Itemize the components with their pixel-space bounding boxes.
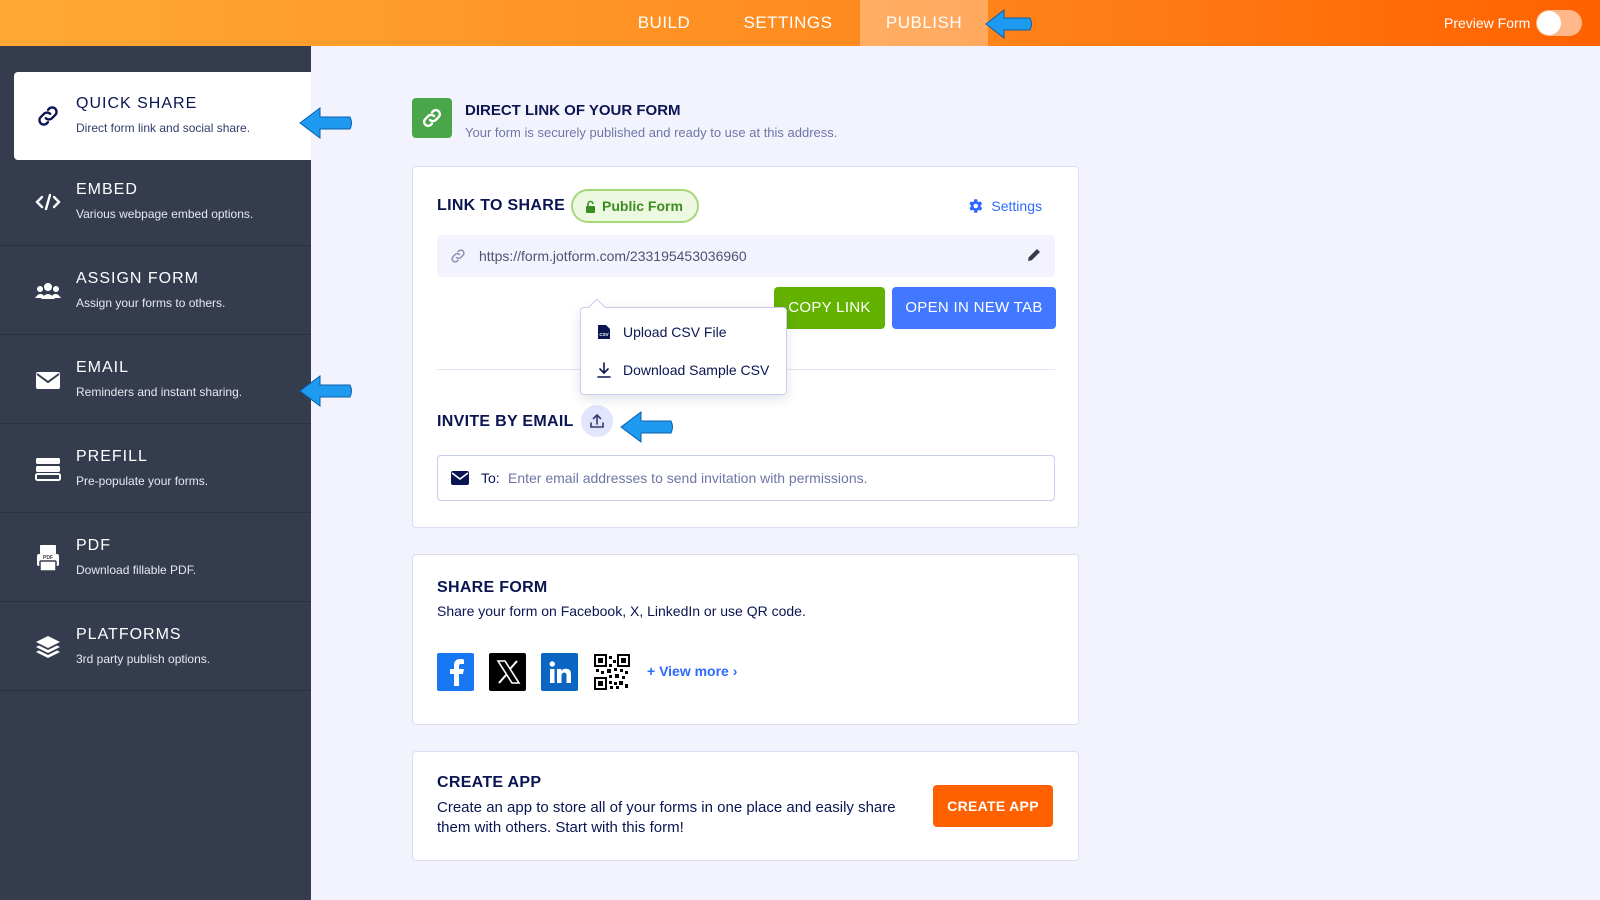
x-share-button[interactable] bbox=[489, 653, 526, 691]
link-icon bbox=[451, 249, 465, 263]
sidebar-item-title: ASSIGN FORM bbox=[76, 270, 200, 287]
sidebar-item-pdf[interactable]: PDF PDF Download fillable PDF. bbox=[0, 514, 311, 602]
code-icon bbox=[34, 188, 62, 216]
sidebar-item-title: PDF bbox=[76, 537, 111, 554]
top-bar: BUILD SETTINGS PUBLISH Preview Form bbox=[0, 0, 1600, 46]
direct-link-icon bbox=[412, 98, 452, 138]
sidebar-item-email[interactable]: EMAIL Reminders and instant sharing. bbox=[0, 336, 311, 424]
preview-form-toggle[interactable] bbox=[1536, 10, 1582, 36]
svg-text:CSV: CSV bbox=[599, 332, 608, 337]
sidebar-item-desc: Pre-populate your forms. bbox=[76, 474, 209, 488]
lock-icon bbox=[586, 200, 595, 213]
toggle-knob bbox=[1537, 11, 1561, 35]
upload-icon bbox=[590, 413, 604, 428]
sidebar-item-desc: Download fillable PDF. bbox=[76, 563, 197, 577]
sidebar-item-embed[interactable]: EMBED Various webpage embed options. bbox=[0, 158, 311, 246]
pencil-icon[interactable] bbox=[1025, 246, 1043, 264]
facebook-share-button[interactable] bbox=[437, 653, 474, 691]
link-settings-button[interactable]: Settings bbox=[966, 197, 1042, 215]
email-input-placeholder: Enter email addresses to send invitation… bbox=[508, 470, 868, 486]
envelope-icon bbox=[451, 471, 469, 485]
download-sample-csv-menu-item[interactable]: Download Sample CSV bbox=[597, 362, 769, 378]
sidebar-item-prefill[interactable]: PREFILL Pre-populate your forms. bbox=[0, 425, 311, 513]
tab-publish[interactable]: PUBLISH bbox=[860, 0, 988, 46]
direct-link-title: DIRECT LINK OF YOUR FORM bbox=[465, 102, 681, 119]
create-app-card: CREATE APP Create an app to store all of… bbox=[412, 751, 1079, 861]
view-more-link[interactable]: + View more › bbox=[647, 663, 737, 679]
sidebar-item-desc: Assign your forms to others. bbox=[76, 296, 226, 310]
sidebar-item-title: EMAIL bbox=[76, 359, 130, 376]
envelope-icon bbox=[34, 366, 62, 394]
copy-link-button[interactable]: COPY LINK bbox=[774, 287, 885, 329]
form-url-text: https://form.jotform.com/233195453036960 bbox=[479, 248, 747, 264]
tab-build[interactable]: BUILD bbox=[620, 0, 708, 46]
share-form-desc: Share your form on Facebook, X, LinkedIn… bbox=[437, 603, 806, 619]
upload-csv-menu-item[interactable]: CSV Upload CSV File bbox=[597, 324, 727, 340]
sidebar-item-desc: Various webpage embed options. bbox=[76, 207, 254, 221]
direct-link-subtitle: Your form is securely published and read… bbox=[465, 125, 838, 140]
sidebar-item-title: QUICK SHARE bbox=[76, 95, 198, 112]
share-form-title: SHARE FORM bbox=[437, 579, 548, 596]
svg-text:PDF: PDF bbox=[43, 555, 53, 561]
gear-icon bbox=[969, 199, 983, 213]
invite-email-input[interactable]: To: Enter email addresses to send invita… bbox=[437, 455, 1055, 501]
public-form-badge[interactable]: Public Form bbox=[571, 189, 699, 223]
tab-settings[interactable]: SETTINGS bbox=[730, 0, 846, 46]
email-to-label: To: bbox=[481, 470, 500, 486]
sidebar-item-platforms[interactable]: PLATFORMS 3rd party publish options. bbox=[0, 603, 311, 691]
upload-csv-button[interactable] bbox=[581, 405, 613, 437]
prefill-icon bbox=[34, 455, 62, 483]
csv-dropdown-menu: CSV Upload CSV File Download Sample CSV bbox=[580, 298, 787, 395]
link-settings-label: Settings bbox=[991, 198, 1042, 214]
create-app-button[interactable]: CREATE APP bbox=[933, 785, 1053, 827]
linkedin-icon bbox=[549, 661, 571, 683]
preview-form-label: Preview Form bbox=[1444, 15, 1531, 31]
create-app-desc: Create an app to store all of your forms… bbox=[437, 799, 896, 836]
invite-by-email-label: INVITE BY EMAIL bbox=[437, 413, 574, 430]
annotation-arrow-icon bbox=[299, 375, 352, 407]
sidebar-item-title: PLATFORMS bbox=[76, 626, 182, 643]
sidebar-item-title: PREFILL bbox=[76, 448, 148, 465]
open-in-new-tab-button[interactable]: OPEN IN NEW TAB bbox=[892, 287, 1056, 329]
sidebar-item-desc: 3rd party publish options. bbox=[76, 652, 211, 666]
x-icon bbox=[496, 660, 520, 684]
public-form-badge-label: Public Form bbox=[602, 198, 683, 214]
sidebar-item-assign-form[interactable]: ASSIGN FORM Assign your forms to others. bbox=[0, 247, 311, 335]
download-sample-csv-label: Download Sample CSV bbox=[623, 362, 770, 378]
layers-icon bbox=[34, 633, 62, 661]
sidebar-item-title: EMBED bbox=[76, 181, 138, 198]
link-icon bbox=[34, 102, 62, 130]
qr-code-button[interactable] bbox=[593, 653, 630, 691]
sidebar-item-desc: Reminders and instant sharing. bbox=[76, 385, 243, 399]
form-url-field[interactable]: https://form.jotform.com/233195453036960 bbox=[437, 235, 1055, 277]
annotation-arrow-icon bbox=[299, 107, 352, 139]
qr-code-icon bbox=[593, 654, 630, 690]
upload-csv-label: Upload CSV File bbox=[623, 324, 727, 340]
users-icon bbox=[34, 277, 62, 305]
annotation-arrow-icon bbox=[620, 411, 673, 443]
facebook-icon bbox=[449, 659, 464, 686]
sidebar-item-quick-share[interactable]: QUICK SHARE Direct form link and social … bbox=[14, 72, 311, 160]
linkedin-share-button[interactable] bbox=[541, 653, 578, 691]
create-app-title: CREATE APP bbox=[437, 774, 542, 791]
download-icon bbox=[597, 362, 611, 378]
pdf-icon: PDF bbox=[34, 544, 62, 572]
share-form-card: SHARE FORM Share your form on Facebook, … bbox=[412, 554, 1079, 725]
link-to-share-label: LINK TO SHARE bbox=[437, 197, 566, 214]
annotation-arrow-icon bbox=[985, 8, 1032, 40]
sidebar-item-desc: Direct form link and social share. bbox=[76, 121, 251, 135]
csv-file-icon: CSV bbox=[598, 325, 610, 339]
